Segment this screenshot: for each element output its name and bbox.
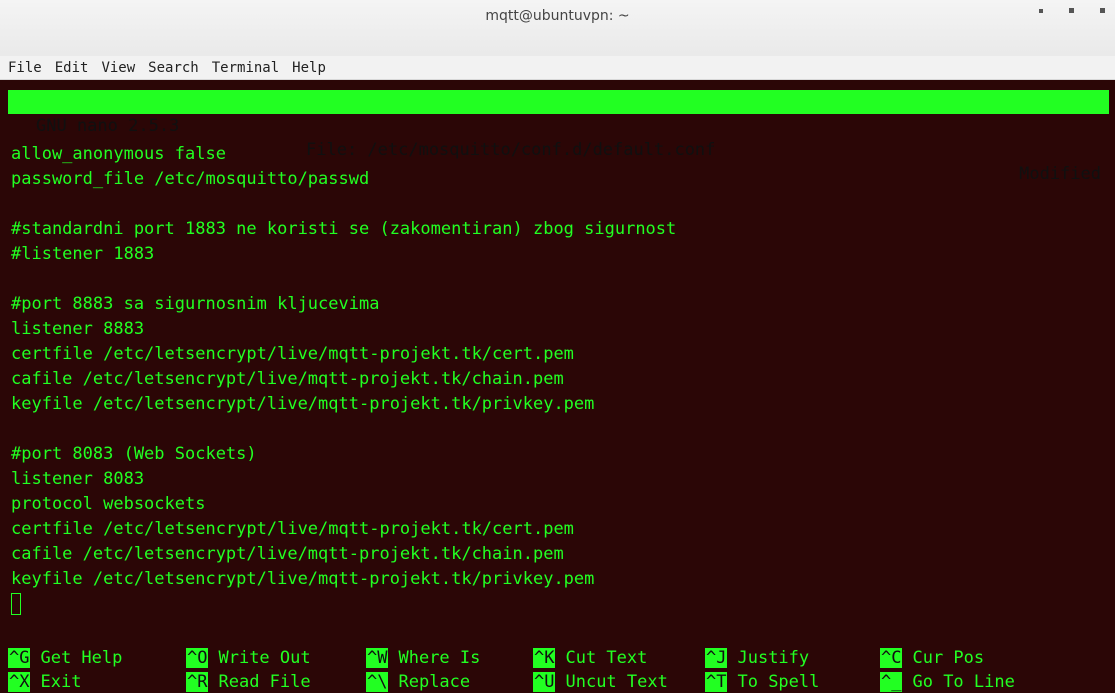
editor-line: #listener 1883 [11, 244, 155, 264]
shortcut-row-2: ^X Exit ^R Read File ^\ Replace ^U Uncut Tex… [8, 670, 1108, 693]
shortcut-cut-text[interactable]: ^K Cut Text [533, 646, 647, 670]
menu-file[interactable]: File [8, 60, 42, 76]
nano-status: Modified [1019, 164, 1101, 184]
window-title: mqtt@ubuntuvpn: ~ [485, 8, 630, 24]
editor-line: cafile /etc/letsencrypt/live/mqtt-projek… [11, 369, 564, 389]
nano-version: GNU nano 2.5.3 [36, 116, 180, 136]
shortcut-bar: ^G Get Help ^O Write Out ^W Where Is ^K Cut … [8, 646, 1108, 693]
shortcut-where-is[interactable]: ^W Where Is [366, 646, 480, 670]
shortcut-read-file[interactable]: ^R Read File [186, 670, 311, 693]
editor-line: #port 8883 sa sigurnosnim kljucevima [11, 294, 380, 314]
shortcut-go-to-line[interactable]: ^_ Go To Line [880, 670, 1015, 693]
editor-line: allow_anonymous false [11, 144, 226, 164]
shortcut-exit[interactable]: ^X Exit [8, 670, 81, 693]
menu-bar: File Edit View Search Terminal Help [0, 56, 1115, 80]
editor-line: protocol websockets [11, 494, 206, 514]
close-icon[interactable] [1100, 8, 1105, 13]
text-cursor [11, 593, 21, 615]
menu-view[interactable]: View [101, 60, 135, 76]
editor-line: cafile /etc/letsencrypt/live/mqtt-projek… [11, 544, 564, 564]
menu-search[interactable]: Search [148, 60, 199, 76]
minimize-icon[interactable] [1039, 8, 1043, 13]
nano-header-bar: GNU nano 2.5.3 File: /etc/mosquitto/conf… [8, 90, 1109, 184]
editor-line: password_file /etc/mosquitto/passwd [11, 169, 370, 189]
editor-content[interactable]: allow_anonymous false password_file /etc… [11, 142, 676, 617]
cursor-line [11, 592, 676, 617]
editor-line: keyfile /etc/letsencrypt/live/mqtt-proje… [11, 394, 595, 414]
title-bar[interactable]: mqtt@ubuntuvpn: ~ [0, 0, 1115, 61]
editor-line: #port 8083 (Web Sockets) [11, 444, 257, 464]
editor-line: certfile /etc/letsencrypt/live/mqtt-proj… [11, 519, 574, 539]
shortcut-justify[interactable]: ^J Justify [705, 646, 809, 670]
menu-terminal[interactable]: Terminal [212, 60, 279, 76]
terminal-area[interactable]: GNU nano 2.5.3 File: /etc/mosquitto/conf… [0, 88, 1115, 693]
editor-line: #standardni port 1883 ne koristi se (zak… [11, 219, 677, 239]
shortcut-write-out[interactable]: ^O Write Out [186, 646, 311, 670]
editor-line: certfile /etc/letsencrypt/live/mqtt-proj… [11, 344, 574, 364]
maximize-icon[interactable] [1069, 8, 1074, 13]
menu-help[interactable]: Help [292, 60, 326, 76]
shortcut-to-spell[interactable]: ^T To Spell [705, 670, 819, 693]
editor-line: listener 8883 [11, 319, 145, 339]
editor-line: keyfile /etc/letsencrypt/live/mqtt-proje… [11, 569, 595, 589]
shortcut-get-help[interactable]: ^G Get Help [8, 646, 122, 670]
editor-line: listener 8083 [11, 469, 145, 489]
menu-edit[interactable]: Edit [55, 60, 89, 76]
terminal-window: mqtt@ubuntuvpn: ~ File Edit View Search … [0, 0, 1115, 693]
window-controls [1039, 8, 1105, 13]
shortcut-replace[interactable]: ^\ Replace [366, 670, 470, 693]
shortcut-row-1: ^G Get Help ^O Write Out ^W Where Is ^K Cut … [8, 646, 1108, 670]
shortcut-uncut-text[interactable]: ^U Uncut Text [533, 670, 668, 693]
shortcut-cur-pos[interactable]: ^C Cur Pos [880, 646, 984, 670]
